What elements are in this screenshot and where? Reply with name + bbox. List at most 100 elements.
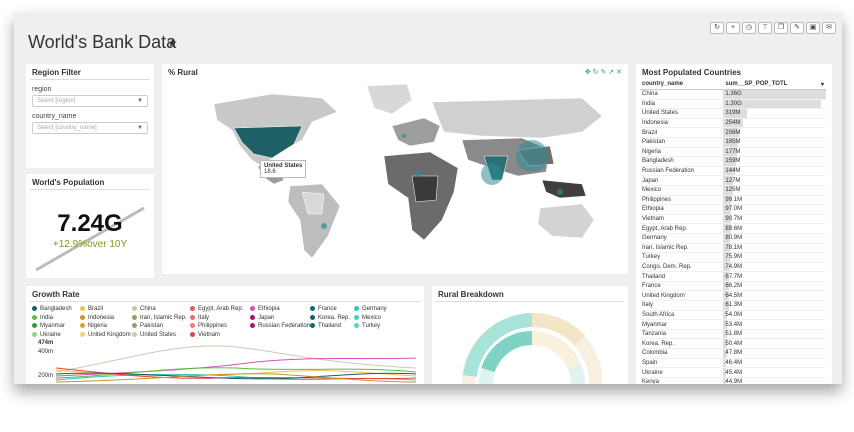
legend-item[interactable]: United Kingdom — [80, 331, 131, 338]
table-row[interactable]: South Africa 54.0M — [640, 310, 826, 321]
population-cell: 90.7M — [723, 214, 826, 225]
table-row[interactable]: Ethiopia 97.0M — [640, 204, 826, 215]
legend-item[interactable]: Pakistan — [132, 323, 163, 329]
legend-item[interactable]: India — [32, 314, 53, 321]
population-value: 89.6M — [725, 225, 743, 232]
legend-item[interactable]: Brazil — [80, 306, 103, 312]
table-row[interactable]: Ukraine 45.4M — [640, 367, 826, 378]
table-row[interactable]: France 66.2M — [640, 281, 826, 292]
filter-icon[interactable]: ⊤ — [758, 22, 772, 34]
legend-color-swatch — [132, 314, 137, 320]
country-cell: Vietnam — [640, 214, 724, 225]
table-row[interactable]: Thailand 67.7M — [640, 271, 826, 282]
country-label: country_name — [32, 113, 77, 120]
table-row[interactable]: Germany 80.9M — [640, 233, 826, 244]
legend-item[interactable]: Myanmar — [32, 323, 65, 329]
legend-label: China — [140, 306, 156, 313]
sunburst-chart[interactable] — [462, 306, 602, 384]
world-map[interactable] — [162, 80, 628, 274]
table-row[interactable]: Kenya 44.9M — [640, 377, 826, 384]
legend-item[interactable]: Ukraine — [32, 331, 61, 338]
legend-item[interactable]: Indonesia — [80, 314, 114, 321]
legend-item[interactable]: Italy — [190, 314, 209, 321]
legend-item[interactable]: Thailand — [310, 323, 341, 329]
star-icon[interactable]: ★ — [167, 36, 178, 50]
legend-item[interactable]: Egypt, Arab Rep. — [190, 306, 243, 312]
table-row[interactable]: Spain 46.4M — [640, 358, 826, 369]
legend-label: Myanmar — [40, 323, 66, 330]
region-select[interactable]: Select [region] ▼ — [32, 95, 148, 107]
legend-item[interactable]: Iran, Islamic Rep. — [132, 314, 187, 321]
table-row[interactable]: Colombia 47.8M — [640, 348, 826, 359]
legend-item[interactable]: Germany — [354, 306, 387, 312]
save-icon[interactable]: ▣ — [806, 22, 820, 34]
growth-lines[interactable] — [56, 342, 416, 384]
country-cell: United States — [640, 108, 724, 119]
legend-label: Mexico — [362, 314, 382, 321]
table-row[interactable]: Iran, Islamic Rep. 78.1M — [640, 243, 826, 254]
table-row[interactable]: Tanzania 51.8M — [640, 329, 826, 340]
country-cell: Italy — [640, 300, 724, 311]
email-icon[interactable]: ✉ — [822, 22, 836, 34]
legend-item[interactable]: Bangladesh — [32, 306, 72, 312]
table-row[interactable]: Turkey 75.9M — [640, 252, 826, 263]
most-populated-panel: Most Populated Countries country_name su… — [636, 64, 832, 384]
table-row[interactable]: Russian Federation 144M — [640, 166, 826, 177]
refresh-icon[interactable]: ↻ — [593, 69, 599, 76]
close-icon[interactable]: ✕ — [616, 69, 622, 76]
table-row[interactable]: Indonesia 254M — [640, 118, 826, 129]
clock-icon[interactable]: ◷ — [742, 22, 756, 34]
legend-item[interactable]: Japan — [250, 314, 274, 321]
country-select[interactable]: Select [country_name] ▼ — [32, 122, 148, 134]
plus-icon[interactable]: + — [726, 22, 740, 34]
legend-item[interactable]: Nigeria — [80, 323, 107, 329]
table-row[interactable]: Bangladesh 159M — [640, 156, 826, 167]
table-row[interactable]: Brazil 206M — [640, 127, 826, 138]
legend-item[interactable]: Korea, Rep. — [310, 314, 350, 321]
move-icon[interactable]: ✥ — [585, 69, 591, 76]
legend-item[interactable]: Ethiopia — [250, 306, 280, 312]
legend-item[interactable]: Turkey — [354, 323, 380, 329]
table-row[interactable]: India 1.30G — [640, 99, 826, 110]
population-cell: 78.1M — [723, 243, 826, 254]
legend-item[interactable]: Mexico — [354, 314, 382, 321]
population-cell: 1.30G — [723, 99, 826, 110]
table-row[interactable]: Congo, Dem. Rep. 74.9M — [640, 262, 826, 273]
legend-color-swatch — [310, 323, 315, 328]
column-header-country[interactable]: country_name — [640, 79, 724, 90]
legend-item[interactable]: Vietnam — [190, 331, 220, 338]
column-header-value[interactable]: sum__SP_POP_TOTL ▾ — [723, 79, 826, 90]
legend-label: Philippines — [198, 323, 228, 330]
legend-item[interactable]: China — [132, 306, 156, 312]
legend-color-swatch — [190, 306, 195, 311]
edit-icon[interactable]: ✎ — [790, 22, 804, 34]
population-value: 127M — [725, 177, 741, 184]
table-row[interactable]: Mexico 125M — [640, 185, 826, 196]
country-cell: Spain — [640, 358, 724, 369]
share-icon[interactable]: ↗ — [608, 69, 614, 76]
table-row[interactable]: United States 319M — [640, 108, 826, 119]
table-row[interactable]: Pakistan 185M — [640, 137, 826, 148]
population-cell: 66.2M — [723, 281, 826, 292]
table-row[interactable]: Nigeria 177M — [640, 147, 826, 158]
legend-item[interactable]: United States — [132, 331, 176, 338]
table-row[interactable]: China 1.36G — [640, 89, 826, 100]
population-value: 64.5M — [725, 292, 743, 299]
table-row[interactable]: Japan 127M — [640, 175, 826, 186]
table-row[interactable]: Egypt, Arab Rep. 89.6M — [640, 223, 826, 234]
table-row[interactable]: Myanmar 53.4M — [640, 319, 826, 330]
edit-icon[interactable]: ✎ — [600, 69, 606, 76]
legend-item[interactable]: Russian Federation — [250, 323, 310, 329]
country-cell: Congo, Dem. Rep. — [640, 262, 724, 273]
table-row[interactable]: Philippines 99.1M — [640, 195, 826, 206]
table-row[interactable]: Vietnam 90.7M — [640, 214, 826, 225]
table-row[interactable]: United Kingdom 64.5M — [640, 290, 826, 302]
legend-item[interactable]: France — [310, 306, 337, 312]
refresh-icon[interactable]: ↻ — [710, 22, 724, 34]
table-row[interactable]: Italy 61.3M — [640, 300, 826, 311]
copy-icon[interactable]: ❐ — [774, 22, 788, 34]
legend-item[interactable]: Philippines — [190, 323, 227, 329]
table-row[interactable]: Korea, Rep. 50.4M — [640, 338, 826, 350]
legend-color-swatch — [190, 331, 195, 337]
population-value: 47.8M — [725, 350, 743, 357]
